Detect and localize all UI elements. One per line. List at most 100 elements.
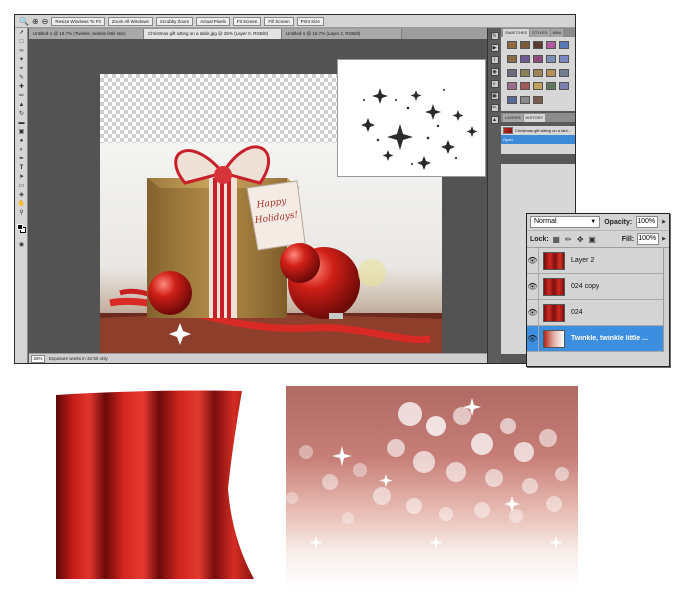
layer-row[interactable]: 👁 024 copy	[527, 273, 669, 300]
style-swatch[interactable]	[520, 82, 530, 91]
zoom-level-field[interactable]: 25%	[31, 354, 45, 363]
style-swatch[interactable]	[520, 68, 530, 77]
3d-tool-icon[interactable]: ◈	[17, 191, 26, 199]
shape-tool-icon[interactable]: ▭	[17, 182, 26, 190]
dock-clone-icon[interactable]: ▲	[490, 116, 499, 124]
style-swatch[interactable]	[533, 68, 543, 77]
tab-styles[interactable]: STYLES	[530, 29, 550, 37]
hand-tool-icon[interactable]: ✋	[17, 200, 26, 208]
dock-brush-icon[interactable]: ✏	[490, 104, 499, 112]
style-swatch[interactable]	[559, 41, 569, 49]
healing-tool-icon[interactable]: ✚	[17, 83, 26, 91]
tab-layers-mini[interactable]: LAYERS	[503, 114, 523, 122]
dock-color-icon[interactable]: ◉	[490, 68, 499, 76]
history-brush-tool-icon[interactable]: ↻	[17, 110, 26, 118]
zoom-out-icon[interactable]: ⊖	[42, 17, 49, 26]
doc-tab-untitled-layer2[interactable]: Untitled-1 @ 16.7% (Layer 2, RGB/8)	[282, 29, 402, 39]
style-swatch[interactable]	[533, 41, 543, 49]
style-swatch[interactable]	[507, 54, 517, 63]
layer-row[interactable]: 👁 Layer 2	[527, 247, 669, 274]
opacity-slider-icon[interactable]: ▶	[662, 219, 666, 225]
layers-panel-zoomed: Normal ▼ Opacity: 100% ▶ Lock: ▦ ✏ ✥ ▣ F…	[526, 213, 670, 367]
dock-mask-icon[interactable]: ▣	[490, 92, 499, 100]
marquee-tool-icon[interactable]: □	[17, 38, 26, 46]
dock-actions-icon[interactable]: ▶	[490, 44, 499, 52]
opacity-field[interactable]: 100%	[636, 216, 659, 228]
dock-adjust-icon[interactable]: ◐	[490, 80, 499, 88]
style-swatch[interactable]	[533, 82, 543, 91]
zoom-tool-icon[interactable]: 🔍	[19, 17, 29, 26]
brush-tool-icon[interactable]: ✏	[17, 92, 26, 100]
doc-tab-untitled-twinkle[interactable]: Untitled-1 @ 16.7% (Twinkle, twinkle lit…	[29, 29, 144, 39]
style-swatch[interactable]	[520, 54, 530, 63]
style-swatch[interactable]	[546, 68, 556, 77]
style-swatch[interactable]	[546, 54, 556, 63]
eye-icon[interactable]: 👁	[527, 247, 539, 274]
history-step-open[interactable]: Open	[501, 135, 575, 144]
scrubby-zoom-checkbox[interactable]: Scrubby Zoom	[155, 16, 194, 26]
fill-screen-button[interactable]: Fill Screen	[264, 16, 294, 26]
crop-tool-icon[interactable]: ⌖	[17, 65, 26, 73]
style-swatch[interactable]	[546, 41, 556, 49]
lock-position-icon[interactable]: ✥	[576, 235, 585, 244]
dodge-tool-icon[interactable]: ◐	[17, 146, 26, 154]
layer-row-selected[interactable]: 👁 Twinkle, twinkle little ...	[527, 325, 669, 352]
status-info-text[interactable]: Exposure works in 32-bit only	[49, 356, 108, 361]
eraser-tool-icon[interactable]: ▬	[17, 119, 26, 127]
zoom-tool-icon-2[interactable]: ⚲	[17, 209, 26, 217]
eye-icon[interactable]: 👁	[527, 299, 539, 326]
style-swatch[interactable]	[559, 68, 569, 77]
lock-transparency-icon[interactable]: ▦	[552, 235, 561, 244]
lasso-tool-icon[interactable]: ∞	[17, 47, 26, 55]
foreground-color-swatch[interactable]	[17, 224, 23, 230]
lock-pixels-icon[interactable]: ✏	[564, 235, 573, 244]
move-tool-icon[interactable]: ➚	[17, 29, 26, 37]
style-swatch[interactable]	[533, 96, 543, 105]
print-size-button[interactable]: Print Size	[296, 16, 324, 26]
doc-tab-christmas-gift[interactable]: Christmas gift sitting on a table.jpg @ …	[144, 29, 282, 39]
chevron-down-icon: ▼	[590, 219, 597, 225]
type-tool-icon[interactable]: T	[17, 164, 26, 172]
fill-slider-icon[interactable]: ▶	[662, 236, 666, 242]
pen-tool-icon[interactable]: ✒	[17, 155, 26, 163]
style-swatch[interactable]	[507, 82, 517, 91]
style-swatch[interactable]	[507, 41, 517, 49]
lock-all-icon[interactable]: ▣	[588, 235, 597, 244]
style-swatch[interactable]	[520, 41, 530, 49]
layer-row[interactable]: 👁 024	[527, 299, 669, 326]
tab-history[interactable]: HISTORY	[523, 114, 546, 122]
style-swatch[interactable]	[520, 96, 530, 105]
eyedropper-tool-icon[interactable]: ✎	[17, 74, 26, 82]
path-select-tool-icon[interactable]: ➤	[17, 173, 26, 181]
eye-icon[interactable]: 👁	[527, 325, 539, 352]
tab-mini[interactable]: MINI	[550, 29, 564, 37]
dock-info-icon[interactable]: i	[490, 56, 499, 64]
actual-pixels-button[interactable]: Actual Pixels	[196, 16, 230, 26]
blend-mode-value: Normal	[534, 218, 557, 225]
style-swatch[interactable]	[559, 82, 569, 91]
history-snapshot[interactable]: Christmas gift sitting on a tabl...	[501, 126, 575, 135]
stamp-tool-icon[interactable]: ▲	[17, 101, 26, 109]
layer-thumbnail	[543, 251, 565, 270]
history-panel-tabs: LAYERS HISTORY	[501, 113, 575, 122]
eye-icon[interactable]: 👁	[527, 273, 539, 300]
zoom-all-windows-checkbox[interactable]: Zoom All Windows	[107, 16, 153, 26]
gradient-tool-icon[interactable]: ▣	[17, 128, 26, 136]
style-swatch[interactable]	[507, 96, 517, 105]
blur-tool-icon[interactable]: ●	[17, 137, 26, 145]
canvas-area[interactable]: Happy Holidays!	[29, 39, 501, 361]
dock-history-icon[interactable]: ↻	[490, 32, 499, 40]
style-swatch[interactable]	[559, 54, 569, 63]
style-swatch[interactable]	[533, 54, 543, 63]
style-swatch[interactable]	[546, 82, 556, 91]
blend-mode-select[interactable]: Normal ▼	[530, 216, 601, 228]
fill-field[interactable]: 100%	[637, 233, 660, 245]
quick-mask-icon[interactable]: ◉	[17, 241, 26, 249]
layers-scrollbar[interactable]	[663, 248, 669, 352]
resize-windows-checkbox[interactable]: Resize Windows To Fit	[51, 16, 105, 26]
tab-swatches[interactable]: SWATCHES	[503, 29, 530, 37]
zoom-in-icon[interactable]: ⊕	[32, 17, 39, 26]
style-swatch[interactable]	[507, 68, 517, 77]
fit-screen-button[interactable]: Fit Screen	[232, 16, 262, 26]
quick-select-tool-icon[interactable]: ✦	[17, 56, 26, 64]
